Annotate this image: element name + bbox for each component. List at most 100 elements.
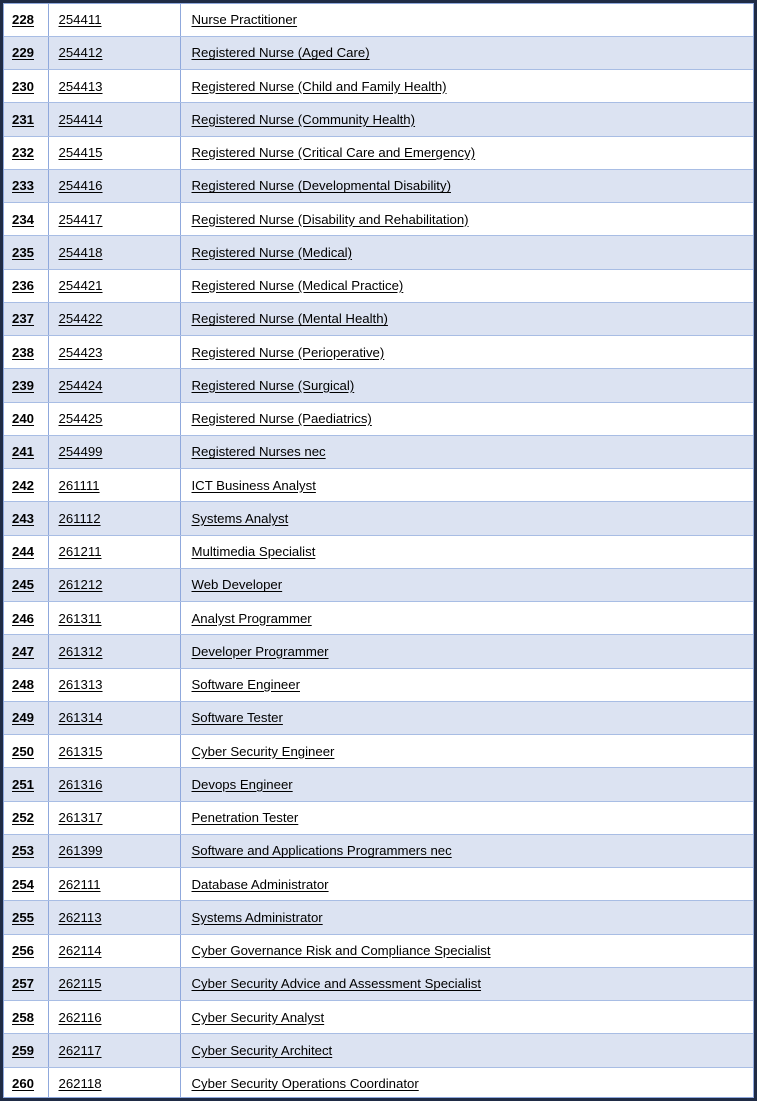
- occupation-code-cell: 262116: [48, 999, 181, 1035]
- row-index-text: 234: [12, 211, 35, 227]
- occupation-code-text: 262115: [58, 976, 102, 992]
- table-row: 243 261112 Systems Analyst: [3, 501, 754, 536]
- row-index-text: 259: [12, 1042, 35, 1058]
- table-row: 250 261315 Cyber Security Engineer: [3, 733, 754, 769]
- table-row: 235 254418 Registered Nurse (Medical): [3, 235, 754, 270]
- occupation-name-text: Multimedia Specialist: [191, 544, 316, 560]
- table-row: 259 262117 Cyber Security Architect: [3, 1033, 754, 1068]
- occupation-name-text: Systems Analyst: [191, 510, 289, 526]
- row-index-text: 242: [12, 477, 35, 493]
- occupation-code-cell: 254418: [48, 235, 181, 270]
- occupation-name-cell: Registered Nurse (Developmental Disabili…: [180, 168, 754, 204]
- occupation-name-text: Registered Nurse (Developmental Disabili…: [191, 178, 451, 194]
- occupation-name-cell: Registered Nurse (Surgical): [180, 368, 754, 403]
- occupation-code-cell: 254414: [48, 102, 181, 137]
- row-index-cell: 257: [3, 966, 49, 1002]
- row-index-text: 253: [12, 843, 35, 859]
- row-index-text: 249: [12, 710, 35, 726]
- occupation-code-text: 261314: [58, 710, 103, 726]
- occupation-code-text: 261399: [58, 843, 103, 859]
- occupation-code-cell: 254412: [48, 35, 181, 71]
- occupation-name-text: Web Developer: [191, 577, 283, 593]
- row-index-cell: 233: [3, 168, 49, 204]
- occupation-name-text: ICT Business Analyst: [191, 477, 316, 493]
- occupation-name-text: Cyber Security Architect: [191, 1042, 333, 1058]
- occupation-name-text: Registered Nurse (Critical Care and Emer…: [191, 145, 476, 161]
- table-row: 252 261317 Penetration Tester: [3, 800, 754, 835]
- occupation-code-cell: 254421: [48, 268, 181, 303]
- row-index-cell: 250: [3, 733, 49, 769]
- occupation-name-cell: Systems Administrator: [180, 900, 754, 935]
- occupation-name-cell: Registered Nurse (Medical Practice): [180, 268, 754, 303]
- table-row: 260 262118 Cyber Security Operations Coord…: [3, 1066, 754, 1098]
- row-index-cell: 228: [3, 3, 49, 37]
- table-row: 248 261313 Software Engineer: [3, 667, 754, 702]
- occupation-name-text: Cyber Security Operations Coordinator: [191, 1076, 419, 1092]
- row-index-text: 257: [12, 976, 35, 992]
- occupation-code-text: 254411: [58, 11, 102, 27]
- occupation-name-cell: ICT Business Analyst: [180, 467, 754, 503]
- occupation-code-cell: 261315: [48, 733, 181, 769]
- table-row: 236 254421 Registered Nurse (Medical Pract…: [3, 268, 754, 303]
- occupation-code-text: 261316: [58, 776, 103, 792]
- occupation-code-text: 261111: [58, 477, 100, 493]
- row-index-cell: 246: [3, 600, 49, 636]
- occupation-name-cell: Registered Nurse (Disability and Rehabil…: [180, 201, 754, 237]
- table-row: 233 254416 Registered Nurse (Developmental…: [3, 168, 754, 204]
- occupation-code-cell: 254422: [48, 301, 181, 337]
- row-index-text: 244: [12, 544, 35, 560]
- row-index-text: 251: [12, 776, 35, 792]
- table-row: 240 254425 Registered Nurse (Paediatrics): [3, 401, 754, 436]
- row-index-cell: 258: [3, 999, 49, 1035]
- occupation-name-text: Registered Nurse (Paediatrics): [191, 411, 372, 427]
- occupation-code-cell: 254499: [48, 434, 181, 470]
- table-row: 246 261311 Analyst Programmer: [3, 600, 754, 636]
- row-index-text: 260: [12, 1076, 35, 1092]
- occupation-name-cell: Devops Engineer: [180, 767, 754, 802]
- occupation-code-text: 261112: [58, 510, 101, 526]
- occupation-code-cell: 261316: [48, 767, 181, 802]
- occupation-name-text: Software Engineer: [191, 677, 301, 693]
- row-index-text: 254: [12, 876, 35, 892]
- table-row: 237 254422 Registered Nurse (Mental Health…: [3, 301, 754, 337]
- row-index-cell: 260: [3, 1066, 49, 1098]
- row-index-cell: 251: [3, 767, 49, 802]
- occupation-name-cell: Cyber Security Architect: [180, 1033, 754, 1068]
- row-index-cell: 238: [3, 334, 49, 370]
- row-index-text: 237: [12, 311, 35, 327]
- row-index-text: 248: [12, 677, 35, 693]
- occupation-name-text: Developer Programmer: [191, 643, 329, 659]
- row-index-text: 229: [12, 45, 35, 61]
- occupation-name-cell: Registered Nurse (Paediatrics): [180, 401, 754, 436]
- occupation-name-text: Database Administrator: [191, 876, 329, 892]
- row-index-text: 258: [12, 1009, 35, 1025]
- row-index-cell: 231: [3, 102, 49, 137]
- row-index-text: 240: [12, 411, 35, 427]
- occupation-code-text: 261312: [58, 643, 103, 659]
- row-index-text: 232: [12, 145, 35, 161]
- row-index-text: 239: [12, 377, 35, 393]
- row-index-text: 245: [12, 577, 35, 593]
- occupation-name-cell: Analyst Programmer: [180, 600, 754, 636]
- occupation-name-text: Registered Nurse (Medical Practice): [191, 278, 404, 294]
- occupation-code-cell: 254417: [48, 201, 181, 237]
- occupation-code-cell: 262114: [48, 933, 181, 968]
- table-row: 231 254414 Registered Nurse (Community Hea…: [3, 102, 754, 137]
- occupation-code-cell: 261211: [48, 534, 181, 569]
- occupation-table: 228 254411 Nurse Practitioner 229 254412 Regi…: [3, 3, 754, 1098]
- table-row: 258 262116 Cyber Security Analyst: [3, 999, 754, 1035]
- occupation-code-text: 261212: [58, 577, 103, 593]
- occupation-code-text: 254499: [58, 444, 103, 460]
- row-index-cell: 249: [3, 700, 49, 736]
- occupation-name-cell: Software Engineer: [180, 667, 754, 702]
- row-index-cell: 241: [3, 434, 49, 470]
- table-row: 239 254424 Registered Nurse (Surgical): [3, 368, 754, 403]
- table-row: 238 254423 Registered Nurse (Perioperative…: [3, 334, 754, 370]
- occupation-code-text: 262116: [58, 1009, 102, 1025]
- occupation-code-text: 261211: [58, 544, 102, 560]
- occupation-name-text: Registered Nurse (Mental Health): [191, 311, 388, 327]
- row-index-text: 235: [12, 244, 35, 260]
- table-row: 229 254412 Registered Nurse (Aged Care): [3, 35, 754, 71]
- row-index-cell: 253: [3, 833, 49, 869]
- row-index-text: 255: [12, 909, 35, 925]
